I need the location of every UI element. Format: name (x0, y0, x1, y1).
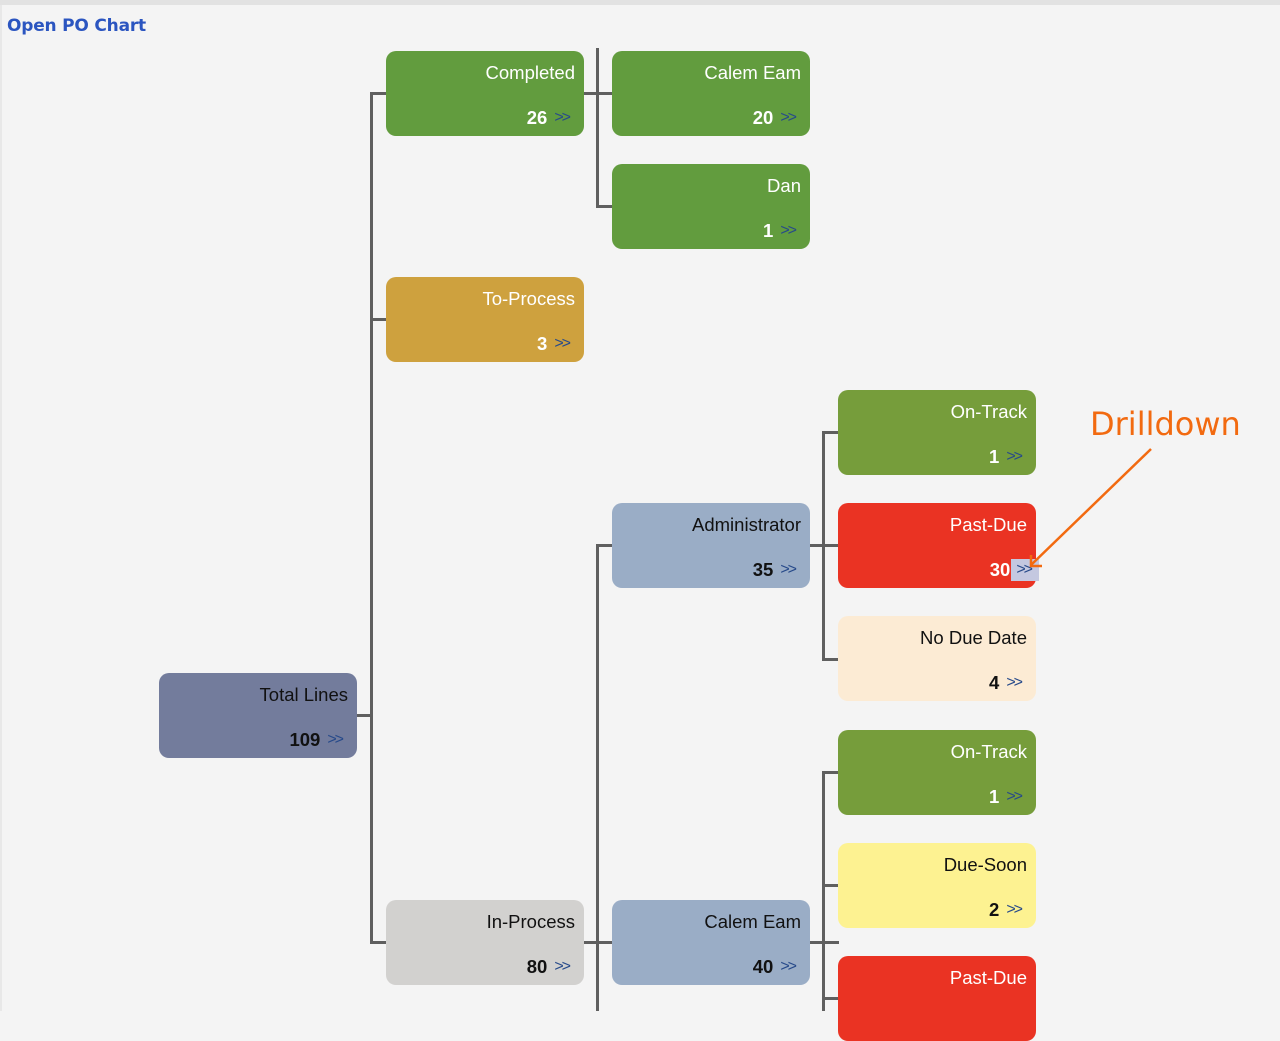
node-count: 109 (289, 729, 321, 750)
drilldown-icon[interactable]: >> (1005, 786, 1024, 808)
connector (822, 771, 839, 774)
node-label: On-Track (950, 401, 1027, 422)
node-count: 1 (989, 786, 1000, 807)
node-count: 80 (526, 956, 548, 977)
node-to-process[interactable]: To-Process 3 >> (386, 277, 584, 362)
node-label: Calem Eam (704, 62, 801, 83)
node-label: Past-Due (949, 967, 1027, 988)
node-admin-on-track[interactable]: On-Track 1 >> (838, 390, 1036, 475)
connector (370, 318, 387, 321)
node-label: No Due Date (920, 627, 1027, 648)
node-label: Total Lines (259, 684, 348, 705)
drilldown-icon[interactable]: >> (553, 956, 572, 978)
node-admin-past-due[interactable]: Past-Due 30 >> (838, 503, 1039, 588)
connector (822, 431, 839, 434)
drilldown-icon[interactable]: >> (1011, 559, 1039, 581)
node-label: Past-Due (949, 514, 1027, 535)
node-count: 1 (763, 220, 774, 241)
node-completed-calem-eam[interactable]: Calem Eam 20 >> (612, 51, 810, 136)
node-count: 40 (752, 956, 774, 977)
node-completed[interactable]: Completed 26 >> (386, 51, 584, 136)
node-in-process-calem-eam[interactable]: Calem Eam 40 >> (612, 900, 810, 985)
node-label: Calem Eam (704, 911, 801, 932)
drilldown-icon[interactable]: >> (1005, 672, 1024, 694)
top-bar (0, 0, 1280, 5)
node-total-lines[interactable]: Total Lines 109 >> (159, 673, 357, 758)
node-label: In-Process (486, 911, 575, 932)
connector (822, 658, 839, 661)
node-calem-past-due[interactable]: Past-Due (838, 956, 1036, 1041)
drilldown-icon[interactable]: >> (553, 107, 572, 129)
node-label: Dan (767, 175, 801, 196)
left-edge (0, 5, 2, 1011)
node-count: 3 (537, 333, 548, 354)
node-label: To-Process (482, 288, 575, 309)
node-label: Completed (485, 62, 575, 83)
connector (822, 771, 825, 1011)
connector (822, 884, 839, 887)
drilldown-icon[interactable]: >> (1005, 446, 1024, 468)
node-count: 30 (989, 559, 1011, 580)
node-count: 2 (989, 899, 1000, 920)
node-count: 35 (752, 559, 774, 580)
node-completed-dan[interactable]: Dan 1 >> (612, 164, 810, 249)
connector (370, 92, 387, 95)
drilldown-icon[interactable]: >> (1005, 899, 1024, 921)
connector (822, 431, 825, 661)
connector (596, 205, 613, 208)
node-calem-on-track[interactable]: On-Track 1 >> (838, 730, 1036, 815)
node-label: Administrator (692, 514, 801, 535)
connector (596, 544, 613, 547)
node-label: On-Track (950, 741, 1027, 762)
connector (370, 92, 373, 944)
node-administrator[interactable]: Administrator 35 >> (612, 503, 810, 588)
drilldown-icon[interactable]: >> (779, 559, 798, 581)
drilldown-icon[interactable]: >> (553, 333, 572, 355)
node-label: Due-Soon (943, 854, 1027, 875)
node-admin-no-due-date[interactable]: No Due Date 4 >> (838, 616, 1036, 701)
drilldown-icon[interactable]: >> (779, 956, 798, 978)
drilldown-icon[interactable]: >> (779, 220, 798, 242)
node-count: 20 (752, 107, 774, 128)
connector (596, 544, 599, 1011)
node-count: 26 (526, 107, 548, 128)
connector (370, 941, 387, 944)
arrow-shaft (1030, 448, 1152, 566)
drilldown-icon[interactable]: >> (779, 107, 798, 129)
node-in-process[interactable]: In-Process 80 >> (386, 900, 584, 985)
node-count: 1 (989, 446, 1000, 467)
node-count: 4 (989, 672, 1000, 693)
node-calem-due-soon[interactable]: Due-Soon 2 >> (838, 843, 1036, 928)
connector (596, 48, 599, 208)
page-title: Open PO Chart (7, 16, 146, 36)
drilldown-icon[interactable]: >> (326, 729, 345, 751)
connector (822, 997, 839, 1000)
drilldown-annotation: Drilldown (1090, 405, 1241, 443)
